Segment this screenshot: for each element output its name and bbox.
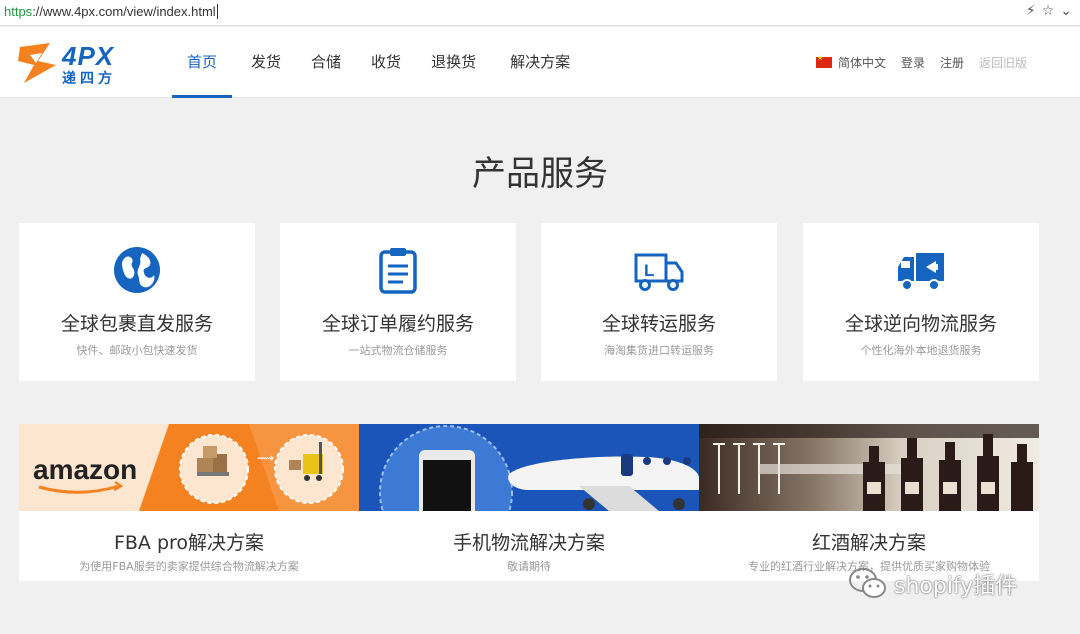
solution-title: 手机物流解决方案 bbox=[452, 532, 605, 554]
service-desc: 快件、邮政小包快速发货 bbox=[76, 344, 198, 357]
service-desc: 一站式物流仓储服务 bbox=[348, 344, 448, 357]
nav-returns[interactable]: 退换货 bbox=[416, 27, 491, 98]
return-truck-icon bbox=[898, 253, 944, 291]
solution-desc: 为使用FBA服务的卖家提供综合物流解决方案 bbox=[79, 560, 299, 573]
register-link[interactable]: 注册 bbox=[940, 54, 964, 71]
solution-card-fba[interactable]: ⟿ amazon FBA pro解决方案 为使用FBA服务的卖家提供综合物流解决… bbox=[19, 424, 359, 581]
page-title: 产品服务 bbox=[472, 154, 608, 194]
solution-desc: 敬请期待 bbox=[507, 560, 551, 573]
header-links: 简体中文 登录 注册 返回旧版 bbox=[816, 27, 1042, 98]
logo-mark-icon bbox=[18, 43, 56, 83]
service-title: 全球包裹直发服务 bbox=[60, 313, 213, 335]
service-title: 全球订单履约服务 bbox=[321, 313, 474, 335]
nav-home[interactable]: 首页 bbox=[172, 27, 233, 98]
solution-card-wine[interactable]: 红酒解决方案 专业的红酒行业解决方案，提供优质买家购物体验 bbox=[699, 424, 1039, 581]
service-card-forwarding[interactable]: L 全球转运服务 海淘集货进口转运服务 bbox=[541, 223, 777, 381]
wine-banner bbox=[699, 424, 1039, 511]
service-card-parcel[interactable]: 全球包裹直发服务 快件、邮政小包快速发货 bbox=[19, 223, 255, 381]
watermark-text: shopify插件 bbox=[894, 574, 1018, 599]
nav-ship[interactable]: 发货 bbox=[236, 27, 296, 98]
nav-warehouse[interactable]: 合储 bbox=[296, 27, 356, 98]
clipboard-icon bbox=[379, 248, 417, 294]
watermark: shopify插件 bbox=[848, 566, 1017, 602]
service-title: 全球转运服务 bbox=[601, 313, 716, 335]
browser-address-bar[interactable]: https://www.4px.com/view/index.html ⚡ ☆ … bbox=[0, 0, 1080, 26]
site-header: 4PX 递四方 首页 发货 合储 收货 退换货 解决方案 简体中文 登录 注册 … bbox=[0, 27, 1080, 98]
url-field[interactable]: https://www.4px.com/view/index.html bbox=[4, 4, 218, 19]
china-flag-icon bbox=[816, 54, 832, 68]
service-desc: 个性化海外本地退货服务 bbox=[860, 344, 982, 357]
nav-solutions[interactable]: 解决方案 bbox=[495, 27, 585, 98]
logo-subtext: 递四方 bbox=[62, 71, 116, 87]
phone-plane-banner bbox=[359, 424, 699, 511]
globe-icon bbox=[114, 247, 160, 293]
language-switch[interactable]: 简体中文 bbox=[838, 54, 886, 71]
lightning-icon[interactable]: ⚡ bbox=[1026, 3, 1036, 19]
amazon-banner: ⟿ amazon bbox=[19, 424, 359, 511]
service-card-reverse[interactable]: 全球逆向物流服务 个性化海外本地退货服务 bbox=[803, 223, 1039, 381]
nav-receive[interactable]: 收货 bbox=[356, 27, 416, 98]
service-desc: 海淘集货进口转运服务 bbox=[604, 344, 714, 357]
wechat-icon bbox=[849, 568, 886, 598]
svg-text:⟿: ⟿ bbox=[257, 451, 274, 465]
main-nav: 首页 发货 合储 收货 退换货 解决方案 bbox=[172, 27, 585, 98]
old-version-link[interactable]: 返回旧版 bbox=[979, 54, 1027, 71]
service-title: 全球逆向物流服务 bbox=[844, 313, 997, 335]
svg-text:L: L bbox=[644, 261, 654, 280]
solution-title: 红酒解决方案 bbox=[811, 532, 926, 554]
chevron-down-icon[interactable]: ⌄ bbox=[1060, 3, 1072, 19]
service-card-fulfillment[interactable]: 全球订单履约服务 一站式物流仓储服务 bbox=[280, 223, 516, 381]
login-link[interactable]: 登录 bbox=[901, 54, 925, 71]
browser-icons: ⚡ ☆ ⌄ bbox=[1026, 3, 1072, 19]
svg-text:amazon: amazon bbox=[33, 454, 137, 485]
solution-card-mobile[interactable]: 手机物流解决方案 敬请期待 bbox=[359, 424, 699, 581]
logo[interactable]: 4PX 递四方 bbox=[16, 39, 136, 87]
solution-title: FBA pro解决方案 bbox=[113, 532, 265, 554]
star-icon[interactable]: ☆ bbox=[1042, 3, 1055, 19]
truck-icon: L bbox=[634, 253, 684, 291]
